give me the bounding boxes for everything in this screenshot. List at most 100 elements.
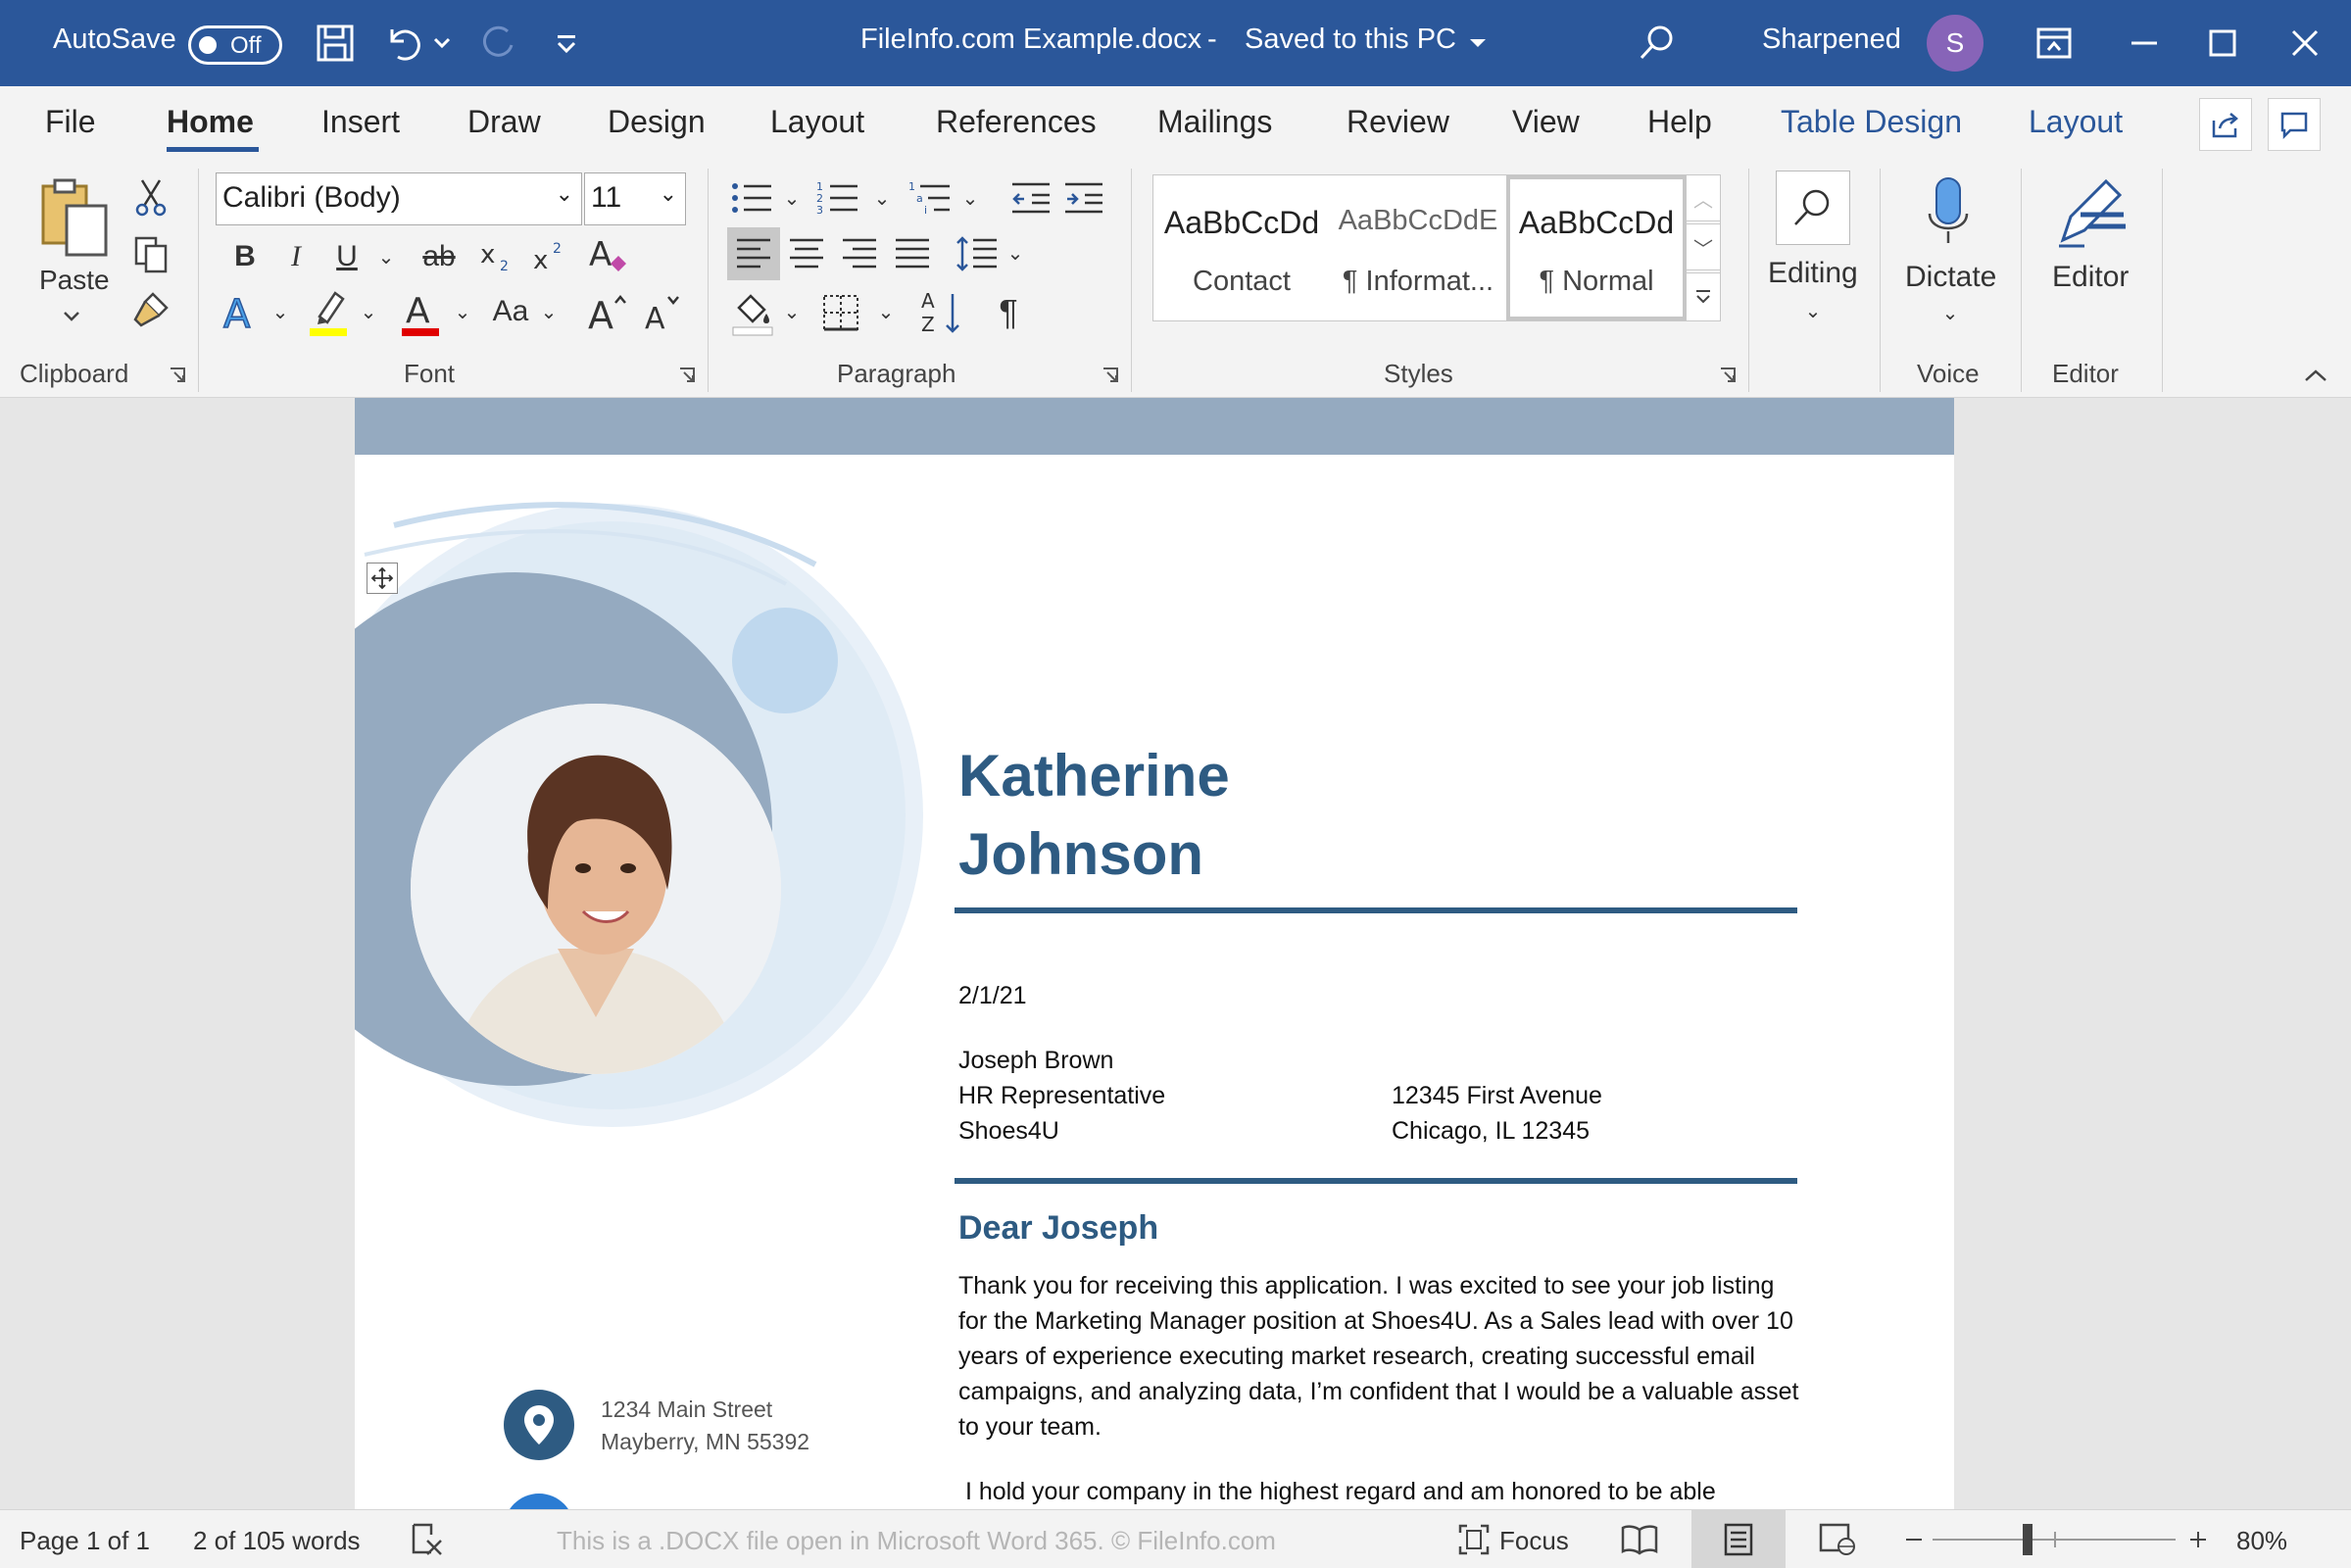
copy-icon[interactable]: [129, 233, 172, 276]
line-spacing-dropdown-icon[interactable]: ⌄: [1004, 233, 1027, 272]
save-icon[interactable]: [314, 22, 357, 65]
ribbon-display-icon[interactable]: [2033, 22, 2076, 65]
collapse-ribbon-icon[interactable]: [2301, 363, 2330, 388]
styles-scroll-down-icon[interactable]: ﹀: [1686, 223, 1721, 270]
grow-font-icon[interactable]: A: [584, 288, 631, 337]
user-name[interactable]: Sharpened: [1762, 24, 1901, 56]
font-name-combo[interactable]: Calibri (Body) ⌄: [216, 172, 582, 225]
bullets-dropdown-icon[interactable]: ⌄: [780, 178, 804, 218]
letter-paragraph[interactable]: Thank you for receiving this application…: [958, 1268, 1801, 1445]
italic-button[interactable]: I: [276, 235, 316, 278]
paste-label[interactable]: Paste: [39, 265, 110, 296]
zoom-level[interactable]: 80%: [2236, 1526, 2287, 1556]
multilevel-list-icon[interactable]: 1ai: [906, 176, 955, 220]
format-painter-icon[interactable]: [129, 288, 172, 331]
style-information[interactable]: AaBbCcDdE ¶ Informat...: [1330, 175, 1506, 320]
borders-icon[interactable]: [817, 288, 864, 337]
bullets-icon[interactable]: [727, 176, 776, 220]
focus-icon[interactable]: [1454, 1520, 1494, 1559]
sort-icon[interactable]: AZ: [917, 286, 964, 339]
page-count[interactable]: Page 1 of 1: [20, 1526, 150, 1556]
tab-review[interactable]: Review: [1347, 104, 1449, 140]
change-case-dropdown-icon[interactable]: ⌄: [535, 290, 563, 333]
save-status-dropdown-icon[interactable]: [1460, 22, 1495, 65]
style-contact[interactable]: AaBbCcDd Contact: [1153, 175, 1330, 320]
tab-table-design[interactable]: Table Design: [1781, 104, 1962, 140]
redo-icon[interactable]: [476, 22, 519, 65]
tab-mailings[interactable]: Mailings: [1157, 104, 1272, 140]
tab-view[interactable]: View: [1512, 104, 1580, 140]
numbering-dropdown-icon[interactable]: ⌄: [870, 178, 894, 218]
avatar[interactable]: S: [1927, 15, 1984, 72]
font-color-dropdown-icon[interactable]: ⌄: [449, 290, 476, 333]
share-icon[interactable]: [2199, 98, 2252, 151]
justify-icon[interactable]: [890, 231, 935, 276]
zoom-in-icon[interactable]: [2181, 1520, 2215, 1559]
sender-address-line2[interactable]: Mayberry, MN 55392: [601, 1426, 809, 1458]
tab-insert[interactable]: Insert: [321, 104, 400, 140]
save-status[interactable]: Saved to this PC: [1245, 24, 1456, 56]
decrease-indent-icon[interactable]: [1007, 176, 1054, 220]
clipboard-launcher-icon[interactable]: [167, 365, 188, 386]
tab-design[interactable]: Design: [608, 104, 706, 140]
search-icon[interactable]: [1635, 22, 1678, 65]
align-right-icon[interactable]: [837, 231, 882, 276]
paragraph-launcher-icon[interactable]: [1100, 365, 1121, 386]
clear-formatting-icon[interactable]: A: [584, 231, 633, 280]
font-launcher-icon[interactable]: [676, 365, 698, 386]
font-size-combo[interactable]: 11 ⌄: [584, 172, 686, 225]
tab-references[interactable]: References: [936, 104, 1097, 140]
align-left-icon[interactable]: [727, 227, 780, 280]
proofing-icon[interactable]: [406, 1520, 449, 1559]
text-effects-icon[interactable]: A: [218, 288, 265, 337]
document-page[interactable]: Katherine Johnson 2/1/21 Joseph Brown HR…: [355, 398, 1954, 1509]
increase-indent-icon[interactable]: [1060, 176, 1107, 220]
style-normal[interactable]: AaBbCcDd ¶ Normal: [1506, 175, 1687, 320]
tab-help[interactable]: Help: [1647, 104, 1712, 140]
superscript-icon[interactable]: x2: [527, 235, 570, 278]
tab-file[interactable]: File: [45, 104, 96, 140]
undo-dropdown-icon[interactable]: [427, 22, 457, 65]
recipient-street[interactable]: 12345 First Avenue: [1392, 1082, 1602, 1110]
show-formatting-marks-icon[interactable]: ¶: [986, 288, 1031, 337]
styles-scroll-up-icon[interactable]: ︿: [1686, 174, 1721, 221]
cut-icon[interactable]: [129, 176, 172, 220]
web-layout-icon[interactable]: [1815, 1520, 1860, 1559]
recipient-company[interactable]: Shoes4U: [958, 1117, 1059, 1146]
applicant-name[interactable]: Katherine Johnson: [958, 737, 1230, 894]
highlight-icon[interactable]: [304, 286, 353, 339]
print-layout-icon[interactable]: [1691, 1510, 1786, 1568]
shading-dropdown-icon[interactable]: ⌄: [780, 292, 804, 331]
minimize-icon[interactable]: [2123, 22, 2166, 65]
paste-icon[interactable]: [35, 174, 114, 263]
tab-home[interactable]: Home: [167, 104, 254, 140]
sender-address-line1[interactable]: 1234 Main Street: [601, 1394, 772, 1426]
tab-layout[interactable]: Layout: [770, 104, 864, 140]
tab-table-layout[interactable]: Layout: [2029, 104, 2123, 140]
recipient-name[interactable]: Joseph Brown: [958, 1047, 1113, 1075]
text-effects-dropdown-icon[interactable]: ⌄: [267, 290, 294, 333]
borders-dropdown-icon[interactable]: ⌄: [874, 292, 898, 331]
multilevel-dropdown-icon[interactable]: ⌄: [958, 178, 982, 218]
maximize-icon[interactable]: [2201, 22, 2244, 65]
tab-draw[interactable]: Draw: [467, 104, 541, 140]
letter-date[interactable]: 2/1/21: [958, 982, 1027, 1010]
undo-icon[interactable]: [382, 22, 425, 65]
paste-dropdown-icon[interactable]: [57, 302, 86, 331]
greeting[interactable]: Dear Joseph: [958, 1209, 1158, 1248]
comments-icon[interactable]: [2268, 98, 2321, 151]
zoom-out-icon[interactable]: [1897, 1520, 1931, 1559]
subscript-icon[interactable]: x2: [474, 235, 517, 278]
document-area[interactable]: Katherine Johnson 2/1/21 Joseph Brown HR…: [0, 398, 2351, 1509]
numbering-icon[interactable]: 123: [813, 176, 862, 220]
autosave-toggle[interactable]: Off: [188, 25, 282, 65]
letter-paragraph[interactable]: I hold your company in the highest regar…: [958, 1474, 1801, 1509]
highlight-dropdown-icon[interactable]: ⌄: [355, 290, 382, 333]
underline-button[interactable]: U: [327, 235, 367, 278]
table-move-handle-icon[interactable]: [367, 563, 398, 594]
bold-button[interactable]: B: [225, 235, 265, 278]
read-mode-icon[interactable]: [1617, 1520, 1662, 1559]
strikethrough-button[interactable]: ab: [416, 235, 463, 278]
shading-icon[interactable]: [729, 288, 776, 339]
styles-launcher-icon[interactable]: [1717, 365, 1739, 386]
